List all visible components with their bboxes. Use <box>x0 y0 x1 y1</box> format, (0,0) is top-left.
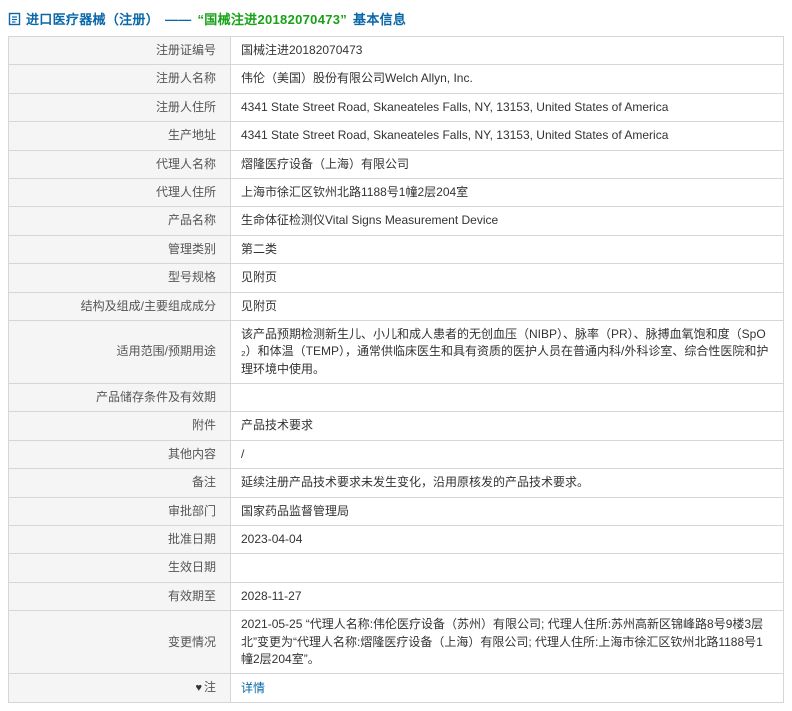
title-suffix: 基本信息 <box>353 12 406 27</box>
row-value: 生命体征检测仪Vital Signs Measurement Device <box>231 207 784 235</box>
table-row: 管理类别第二类 <box>9 235 784 263</box>
table-row: 其他内容/ <box>9 440 784 468</box>
table-row: 审批部门国家药品监督管理局 <box>9 497 784 525</box>
row-label: 批准日期 <box>9 526 231 554</box>
registration-info-table: 注册证编号国械注进20182070473注册人名称伟伦（美国）股份有限公司Wel… <box>8 36 784 703</box>
table-row: 适用范围/预期用途该产品预期检测新生儿、小儿和成人患者的无创血压（NIBP）、脉… <box>9 320 784 383</box>
row-label: 注册证编号 <box>9 37 231 65</box>
row-label: 附件 <box>9 412 231 440</box>
row-label: ♥注 <box>9 674 231 703</box>
table-row: 附件产品技术要求 <box>9 412 784 440</box>
document-icon <box>8 12 21 26</box>
row-value: 熠隆医疗设备（上海）有限公司 <box>231 150 784 178</box>
table-row: 生效日期 <box>9 554 784 582</box>
table-row: 代理人名称熠隆医疗设备（上海）有限公司 <box>9 150 784 178</box>
table-row: 批准日期2023-04-04 <box>9 526 784 554</box>
row-value: 伟伦（美国）股份有限公司Welch Allyn, Inc. <box>231 65 784 93</box>
title-dash: —— <box>165 12 192 27</box>
row-value <box>231 384 784 412</box>
row-value: 2023-04-04 <box>231 526 784 554</box>
table-row: 备注延续注册产品技术要求未发生变化，沿用原核发的产品技术要求。 <box>9 469 784 497</box>
title-registration-number: “国械注进20182070473” <box>197 12 347 27</box>
row-value: 国械注进20182070473 <box>231 37 784 65</box>
row-value: 产品技术要求 <box>231 412 784 440</box>
row-label: 结构及组成/主要组成成分 <box>9 292 231 320</box>
page-header: 进口医疗器械（注册） —— “国械注进20182070473” 基本信息 <box>8 5 784 36</box>
row-value: 4341 State Street Road, Skaneateles Fall… <box>231 122 784 150</box>
row-value: 上海市徐汇区钦州北路1188号1幢2层204室 <box>231 178 784 206</box>
row-value: 延续注册产品技术要求未发生变化，沿用原核发的产品技术要求。 <box>231 469 784 497</box>
page: 进口医疗器械（注册） —— “国械注进20182070473” 基本信息 注册证… <box>0 0 792 711</box>
row-label: 生产地址 <box>9 122 231 150</box>
row-label: 注册人住所 <box>9 93 231 121</box>
table-row: 有效期至2028-11-27 <box>9 582 784 610</box>
row-label: 管理类别 <box>9 235 231 263</box>
row-label: 产品名称 <box>9 207 231 235</box>
row-value: 见附页 <box>231 292 784 320</box>
table-row: 产品储存条件及有效期 <box>9 384 784 412</box>
table-row: 注册人名称伟伦（美国）股份有限公司Welch Allyn, Inc. <box>9 65 784 93</box>
row-value: 该产品预期检测新生儿、小儿和成人患者的无创血压（NIBP）、脉率（PR）、脉搏血… <box>231 320 784 383</box>
row-label: 生效日期 <box>9 554 231 582</box>
table-row: 变更情况2021-05-25 “代理人名称:伟伦医疗设备（苏州）有限公司; 代理… <box>9 611 784 674</box>
row-label: 代理人名称 <box>9 150 231 178</box>
row-value: 见附页 <box>231 264 784 292</box>
row-value: 第二类 <box>231 235 784 263</box>
row-label: 型号规格 <box>9 264 231 292</box>
row-label: 有效期至 <box>9 582 231 610</box>
table-row: 生产地址4341 State Street Road, Skaneateles … <box>9 122 784 150</box>
row-label: 适用范围/预期用途 <box>9 320 231 383</box>
row-value: 国家药品监督管理局 <box>231 497 784 525</box>
table-row: 产品名称生命体征检测仪Vital Signs Measurement Devic… <box>9 207 784 235</box>
table-row: 注册证编号国械注进20182070473 <box>9 37 784 65</box>
row-label: 产品储存条件及有效期 <box>9 384 231 412</box>
table-row: 代理人住所上海市徐汇区钦州北路1188号1幢2层204室 <box>9 178 784 206</box>
row-value: 2021-05-25 “代理人名称:伟伦医疗设备（苏州）有限公司; 代理人住所:… <box>231 611 784 674</box>
row-label: 备注 <box>9 469 231 497</box>
table-row: 型号规格见附页 <box>9 264 784 292</box>
row-value <box>231 554 784 582</box>
table-row: 结构及组成/主要组成成分见附页 <box>9 292 784 320</box>
row-label: 其他内容 <box>9 440 231 468</box>
page-title: 进口医疗器械（注册） —— “国械注进20182070473” 基本信息 <box>26 9 408 28</box>
title-prefix: 进口医疗器械（注册） <box>26 12 159 27</box>
row-value: 2028-11-27 <box>231 582 784 610</box>
row-value: 详情 <box>231 674 784 703</box>
table-row: ♥注详情 <box>9 674 784 703</box>
row-label: 变更情况 <box>9 611 231 674</box>
heart-icon: ♥ <box>195 682 202 694</box>
row-label: 审批部门 <box>9 497 231 525</box>
detail-link[interactable]: 详情 <box>241 681 265 695</box>
row-value: / <box>231 440 784 468</box>
row-value: 4341 State Street Road, Skaneateles Fall… <box>231 93 784 121</box>
row-label: 代理人住所 <box>9 178 231 206</box>
table-row: 注册人住所4341 State Street Road, Skaneateles… <box>9 93 784 121</box>
row-label: 注册人名称 <box>9 65 231 93</box>
